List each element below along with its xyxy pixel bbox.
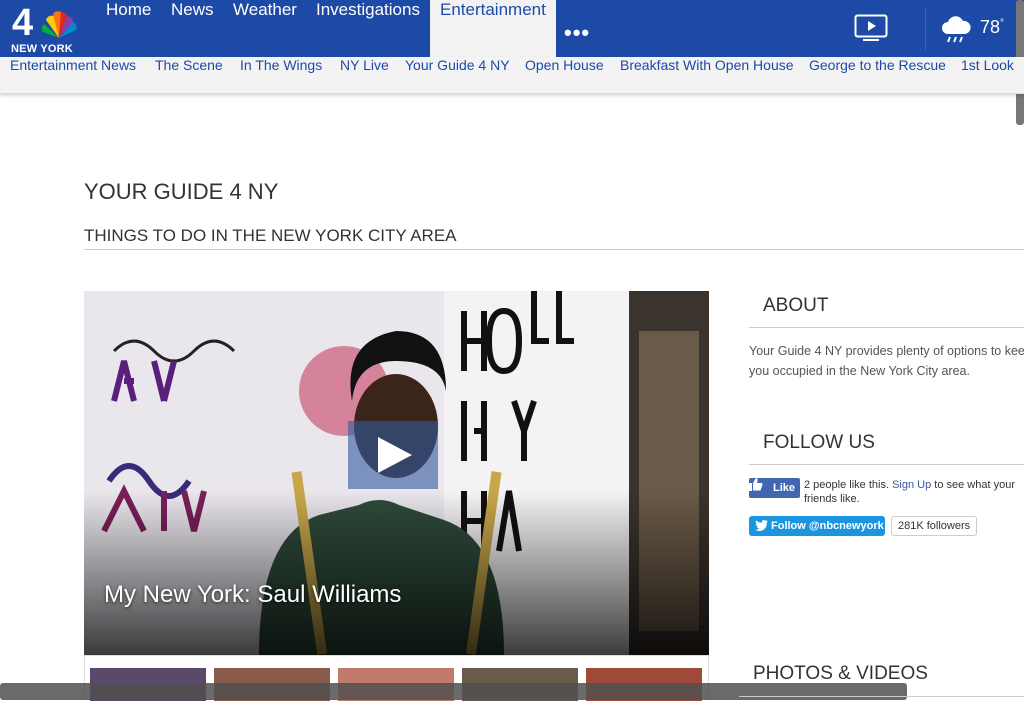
peacock-icon — [41, 11, 77, 39]
temperature[interactable]: 78° — [980, 17, 1004, 38]
logo-number: 4 — [12, 2, 33, 44]
photos-videos-heading: PHOTOS & VIDEOS — [753, 663, 928, 684]
video-caption: My New York: Saul Williams — [104, 581, 402, 608]
nav-investigations[interactable]: Investigations — [316, 0, 420, 57]
subnav-open-house[interactable]: Open House — [525, 57, 604, 73]
subnav-1st-look[interactable]: 1st Look — [961, 57, 1014, 73]
about-divider — [749, 327, 1024, 328]
more-dots-icon[interactable]: ••• — [564, 20, 590, 46]
subnav-entertainment-news[interactable]: Entertainment News — [10, 57, 136, 73]
subnav-the-scene[interactable]: The Scene — [155, 57, 223, 73]
subnav-george-to-the-rescue[interactable]: George to the Rescue — [809, 57, 946, 73]
sub-nav-bar: Entertainment News The Scene In The Wing… — [0, 57, 1024, 94]
thumbs-up-icon — [749, 478, 763, 491]
facebook-like-text: 2 people like this. Sign Up to see what … — [804, 479, 1015, 505]
nav-home[interactable]: Home — [106, 0, 151, 57]
twitter-follower-count[interactable]: 281K followers — [891, 516, 978, 536]
section-divider — [84, 249, 1024, 250]
follow-us-heading: FOLLOW US — [763, 432, 875, 453]
tv-play-icon[interactable] — [854, 14, 888, 42]
page-title: YOUR GUIDE 4 NY — [84, 179, 279, 204]
logo-city: NEW YORK — [11, 43, 73, 55]
section-title: THINGS TO DO IN THE NEW YORK CITY AREA — [84, 226, 457, 245]
horizontal-scrollbar[interactable] — [0, 683, 907, 700]
twitter-bird-icon — [755, 520, 768, 531]
nav-entertainment[interactable]: Entertainment — [430, 0, 556, 57]
subnav-your-guide-4-ny[interactable]: Your Guide 4 NY — [405, 57, 510, 73]
subnav-breakfast-with-open-house[interactable]: Breakfast With Open House — [620, 57, 794, 73]
about-text: Your Guide 4 NY provides plenty of optio… — [749, 344, 1024, 378]
subnav-in-the-wings[interactable]: In The Wings — [240, 57, 322, 73]
video-player[interactable]: My New York: Saul Williams — [84, 291, 709, 655]
nbc-new-york-logo[interactable]: 4 NEW YORK — [10, 2, 80, 55]
nav-divider — [925, 8, 926, 50]
rain-cloud-icon[interactable] — [940, 14, 972, 44]
video-play-button[interactable] — [348, 421, 438, 489]
subnav-ny-live[interactable]: NY Live — [340, 57, 389, 73]
twitter-follow-button[interactable]: Follow @nbcnewyork — [749, 516, 885, 536]
top-nav-bar: 4 NEW YORK Home News Weather Investigati… — [0, 0, 1024, 57]
nav-weather[interactable]: Weather — [233, 0, 297, 57]
follow-divider — [749, 464, 1024, 465]
photos-divider — [739, 696, 1024, 697]
facebook-like-button[interactable]: Like — [749, 478, 800, 498]
facebook-signup-link[interactable]: Sign Up — [892, 479, 931, 491]
about-heading: ABOUT — [763, 295, 829, 316]
nav-news[interactable]: News — [171, 0, 214, 57]
